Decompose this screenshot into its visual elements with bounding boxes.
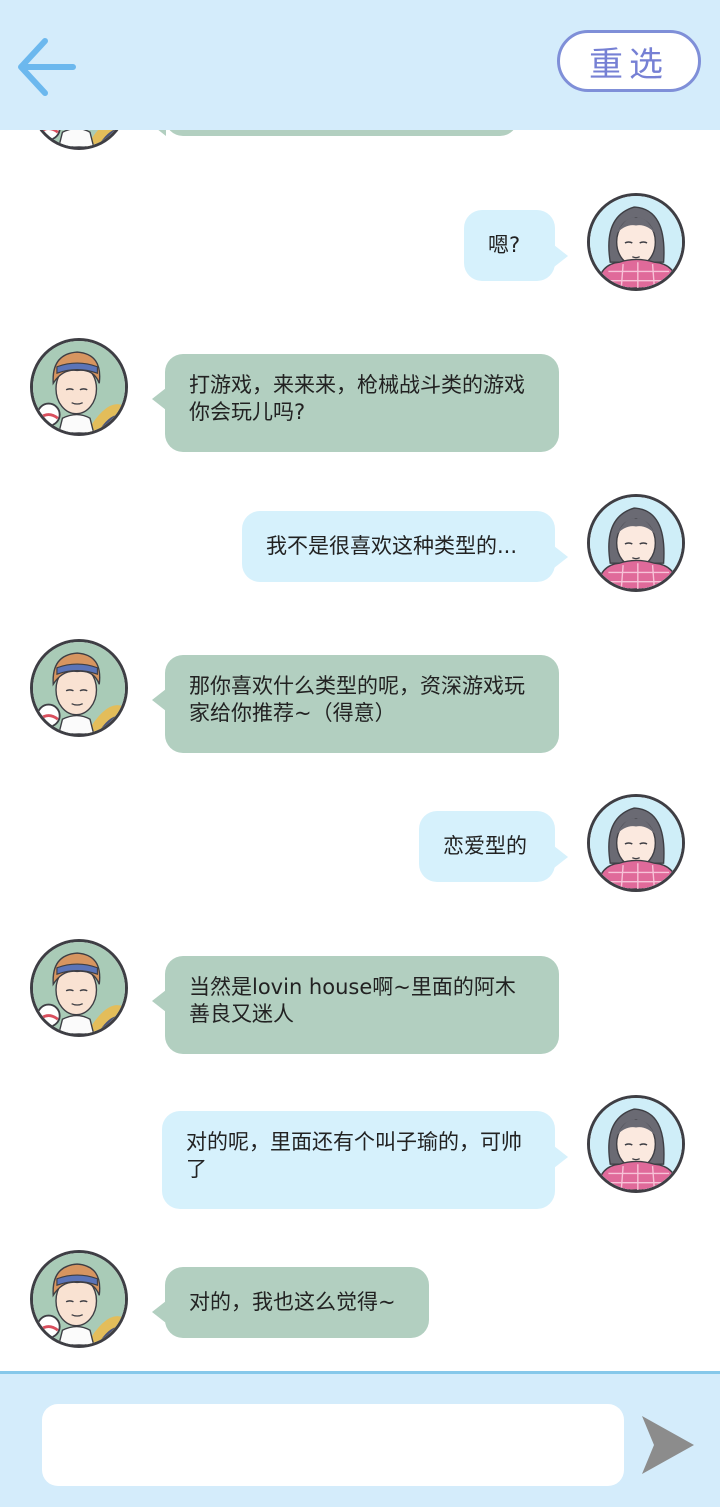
- message-text: 那你喜欢什么类型的呢，资深游戏玩家给你推荐~（得意）: [189, 674, 525, 725]
- message-text: 打游戏，来来来，枪械战斗类的游戏你会玩儿吗?: [189, 373, 525, 424]
- boy-avatar-image: [33, 1253, 125, 1345]
- message-bubble-boy: 当然是lovin house啊~里面的阿木善良又迷人: [152, 956, 559, 1054]
- girl-avatar: [587, 494, 685, 592]
- boy-avatar: [30, 939, 128, 1037]
- message-bubble-boy: 对的，我也这么觉得~: [152, 1267, 429, 1338]
- header-bar: 重选: [0, 0, 720, 130]
- message-bubble-boy: 打游戏，来来来，枪械战斗类的游戏你会玩儿吗?: [152, 354, 559, 452]
- chat-history[interactable]: 嗯? 打游戏，来来来，枪械战斗类的游戏你会玩儿吗? 我不是很喜欢这种类型的...…: [0, 0, 720, 1372]
- message-text: 我不是很喜欢这种类型的...: [266, 534, 518, 558]
- message-text: 嗯?: [488, 233, 521, 257]
- reselect-label: 重选: [589, 44, 669, 85]
- message-bubble-girl: 对的呢，里面还有个叫子瑜的，可帅了: [162, 1111, 568, 1209]
- message-text: 恋爱型的: [443, 834, 527, 858]
- girl-avatar-image: [590, 1098, 682, 1190]
- message-bubble-girl: 我不是很喜欢这种类型的...: [242, 511, 568, 582]
- boy-avatar: [30, 1250, 128, 1348]
- boy-avatar-image: [33, 341, 125, 433]
- composer-bar: [0, 1371, 720, 1507]
- girl-avatar: [587, 1095, 685, 1193]
- girl-avatar-image: [590, 797, 682, 889]
- boy-avatar-image: [33, 942, 125, 1034]
- girl-avatar-image: [590, 196, 682, 288]
- girl-avatar: [587, 193, 685, 291]
- send-icon: [642, 1416, 694, 1474]
- message-bubble-girl: 恋爱型的: [419, 811, 568, 882]
- message-bubble-girl: 嗯?: [464, 210, 568, 281]
- message-text: 对的，我也这么觉得~: [189, 1290, 396, 1314]
- arrow-left-icon: [18, 38, 76, 96]
- boy-avatar: [30, 338, 128, 436]
- boy-avatar: [30, 639, 128, 737]
- message-text: 当然是lovin house啊~里面的阿木善良又迷人: [189, 975, 516, 1026]
- message-input[interactable]: [42, 1404, 624, 1486]
- girl-avatar: [587, 794, 685, 892]
- message-bubble-boy: 那你喜欢什么类型的呢，资深游戏玩家给你推荐~（得意）: [152, 655, 559, 753]
- back-button[interactable]: [12, 30, 82, 100]
- boy-avatar-image: [33, 642, 125, 734]
- message-text: 对的呢，里面还有个叫子瑜的，可帅了: [186, 1130, 522, 1181]
- reselect-button[interactable]: 重选: [557, 30, 701, 92]
- girl-avatar-image: [590, 497, 682, 589]
- send-button[interactable]: [640, 1414, 696, 1476]
